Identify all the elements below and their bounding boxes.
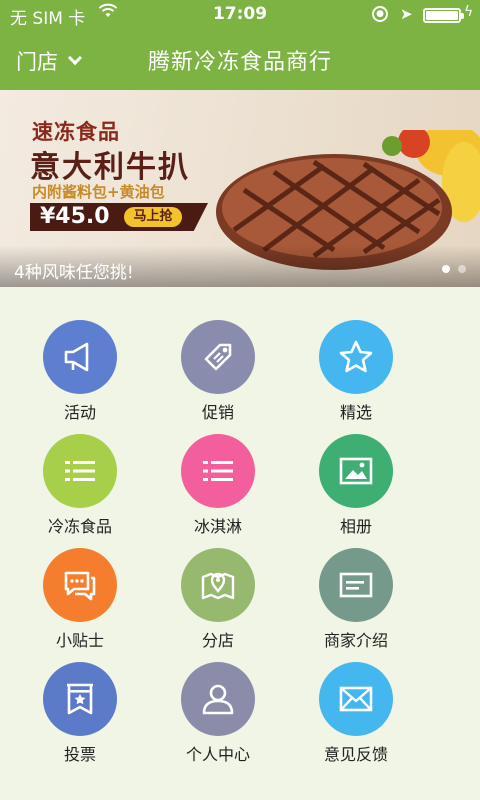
grid-item-album[interactable]: 相册 — [276, 401, 436, 536]
banner-caption-bar: 4种风味任您挑! — [0, 245, 480, 287]
banner-product: 意大利牛扒 — [30, 150, 190, 185]
grid-item-label: 投票 — [63, 745, 96, 764]
top-bar: 无 SIM 卡 17:09 ● ➤ ϟ 门店 腾新冷冻食品商行 — [0, 0, 480, 90]
grid-item-feedback[interactable]: 意见反馈 — [276, 629, 436, 764]
megaphone-icon — [43, 320, 117, 394]
map-pin-icon — [181, 548, 255, 622]
status-bar: 无 SIM 卡 17:09 ● ➤ ϟ — [0, 0, 480, 30]
page-dot[interactable] — [442, 265, 450, 273]
page-indicator — [442, 265, 466, 273]
grid-item-promotion[interactable]: 促销 — [138, 287, 298, 422]
grid-item-vote[interactable]: 投票 — [0, 629, 160, 764]
list-icon — [43, 434, 117, 508]
picture-icon — [319, 434, 393, 508]
banner-subtitle: 内附酱料包+黄油包 — [32, 183, 165, 201]
mail-icon — [319, 662, 393, 736]
grid-item-profile[interactable]: 个人中心 — [138, 629, 298, 764]
grid-item-frozen-food[interactable]: 冷冻食品 — [0, 401, 160, 536]
tag-icon — [181, 320, 255, 394]
list-icon — [181, 434, 255, 508]
banner-price: ¥45.0 — [40, 204, 110, 229]
star-icon — [319, 320, 393, 394]
location-icon: ➤ — [400, 5, 413, 23]
vote-icon — [43, 662, 117, 736]
page-title: 腾新冷冻食品商行 — [147, 50, 332, 75]
page-dot[interactable] — [458, 265, 466, 273]
person-icon — [181, 662, 255, 736]
grid-item-tips[interactable]: 小贴士 — [0, 515, 160, 650]
chat-icon — [43, 548, 117, 622]
nav-bar: 门店 腾新冷冻食品商行 — [0, 30, 480, 90]
grid-item-label: 个人中心 — [185, 745, 250, 764]
banner-caption: 4种风味任您挑! — [14, 263, 134, 283]
grid-item-branches[interactable]: 分店 — [138, 515, 298, 650]
battery-icon — [423, 8, 464, 23]
buy-now-button[interactable]: 马上抢 — [124, 207, 182, 227]
grid-item-activity[interactable]: 活动 — [0, 287, 160, 422]
card-icon — [319, 548, 393, 622]
charging-icon: ϟ — [464, 4, 474, 20]
rotation-lock-icon: ● — [372, 6, 388, 22]
grid-item-ice-cream[interactable]: 冰淇淋 — [138, 401, 298, 536]
promo-banner[interactable]: 速冻食品 意大利牛扒 内附酱料包+黄油包 ¥45.0 马上抢 4种风味任您挑! — [0, 90, 480, 287]
grid-item-merchant-intro[interactable]: 商家介绍 — [276, 515, 436, 650]
grid-item-label: 意见反馈 — [323, 745, 388, 764]
grid-item-featured[interactable]: 精选 — [276, 287, 436, 422]
